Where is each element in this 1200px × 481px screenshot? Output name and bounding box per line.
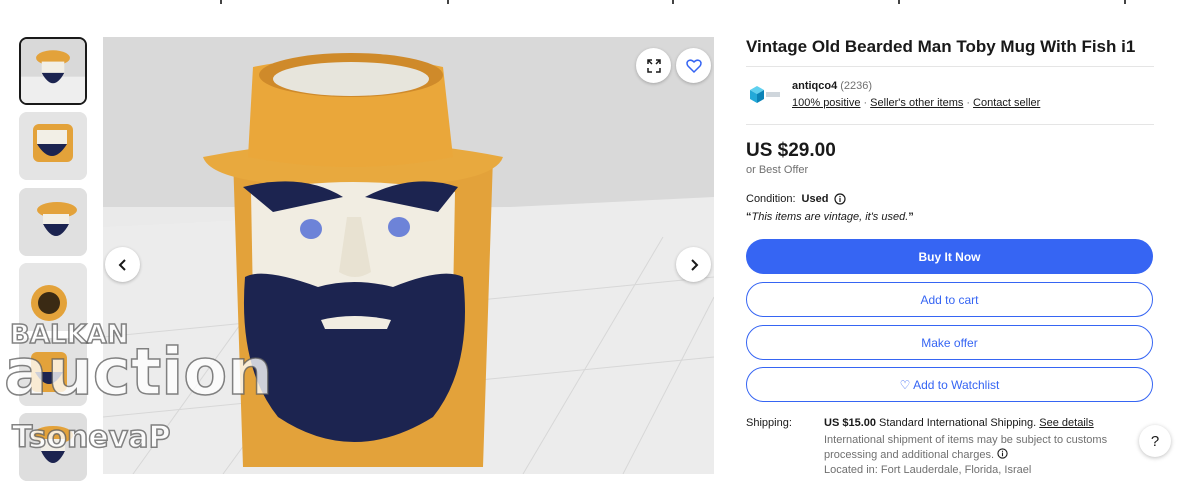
chevron-left-icon [118, 258, 126, 271]
divider [746, 124, 1154, 125]
chevron-right-icon [690, 258, 698, 271]
thumbnail-1[interactable] [19, 37, 87, 105]
mug-photo [103, 37, 714, 474]
heart-icon [685, 58, 702, 73]
item-location: Located in: Fort Lauderdale, Florida, Is… [824, 464, 1032, 476]
thumbnail-6[interactable] [19, 413, 87, 481]
separator: · [863, 97, 868, 109]
seller-other-items-link[interactable]: Seller's other items [870, 97, 963, 109]
thumbnail-4[interactable] [19, 263, 87, 331]
condition-label: Condition: [746, 193, 796, 205]
contact-seller-link[interactable]: Contact seller [973, 97, 1040, 109]
top-nav-remnant [0, 0, 1200, 8]
divider [746, 66, 1154, 67]
shipping-cost: US $15.00 [824, 417, 876, 429]
shipping-info: US $15.00 Standard International Shippin… [824, 417, 1094, 429]
condition-note: “This items are vintage, it's used.” [746, 211, 914, 223]
shipping-method: Standard International Shipping. [879, 417, 1037, 429]
shipping-note: International shipment of items may be s… [824, 434, 1108, 461]
main-product-image[interactable] [103, 37, 714, 474]
seller-name[interactable]: antiqco4 [792, 80, 837, 92]
thumbnail-3[interactable] [19, 188, 87, 256]
add-to-watchlist-button[interactable]: ♡ Add to Watchlist [746, 367, 1153, 402]
condition-row: Condition: Used [746, 193, 847, 205]
thumbnail-5[interactable] [19, 338, 87, 406]
expand-icon [646, 58, 661, 73]
best-offer-text: or Best Offer [746, 164, 809, 176]
seller-info: antiqco4 (2236) [792, 80, 872, 92]
add-to-cart-button[interactable]: Add to cart [746, 282, 1153, 317]
seller-feedback-count: (2236) [840, 80, 873, 92]
help-button[interactable]: ? [1139, 425, 1171, 457]
make-offer-button[interactable]: Make offer [746, 325, 1153, 360]
previous-image-button[interactable] [105, 247, 140, 282]
separator: · [966, 97, 971, 109]
seller-logo [750, 86, 780, 103]
shipping-details-link[interactable]: See details [1039, 417, 1093, 429]
next-image-button[interactable] [676, 247, 711, 282]
info-icon[interactable] [997, 448, 1008, 459]
thumbnail-2[interactable] [19, 112, 87, 180]
shipping-label: Shipping: [746, 417, 792, 429]
info-icon[interactable] [834, 193, 847, 205]
buy-it-now-button[interactable]: Buy It Now [746, 239, 1153, 274]
positive-feedback-link[interactable]: 100% positive [792, 97, 861, 109]
price: US $29.00 [746, 140, 836, 161]
condition-value: Used [801, 193, 829, 205]
favorite-button[interactable] [676, 48, 711, 83]
seller-links: 100% positive · Seller's other items · Conta… [792, 97, 1040, 109]
expand-image-button[interactable] [636, 48, 671, 83]
listing-title: Vintage Old Bearded Man Toby Mug With Fi… [746, 37, 1136, 56]
